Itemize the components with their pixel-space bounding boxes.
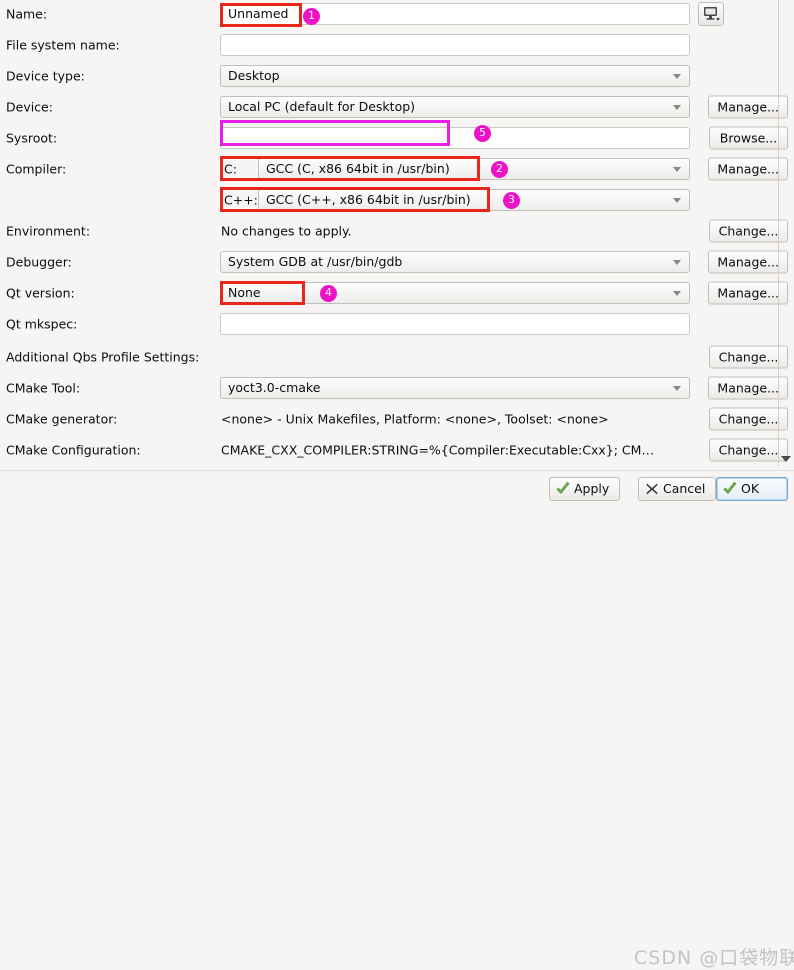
row-action-button[interactable]: Change... bbox=[709, 438, 788, 462]
dropdown[interactable]: Local PC (default for Desktop) bbox=[220, 96, 690, 118]
dropdown-value: Desktop bbox=[228, 68, 280, 83]
annotation-badge: 5 bbox=[474, 125, 491, 142]
watermark: CSDN @口袋物联 bbox=[634, 947, 794, 969]
field-label: Name: bbox=[6, 6, 48, 22]
field-label: Qt version: bbox=[6, 285, 75, 301]
field-label: CMake generator: bbox=[6, 411, 118, 427]
kit-settings-dialog: Name: Unnamed File system name: Device type… bbox=[0, 0, 794, 969]
form-row: C++: GCC (C++, x86 64bit in /usr/bin) bbox=[0, 188, 794, 212]
dropdown-value: GCC (C, x86 64bit in /usr/bin) bbox=[266, 161, 450, 176]
right-separator bbox=[778, 0, 779, 466]
static-value: <none> - Unix Makefiles, Platform: <none… bbox=[221, 411, 609, 427]
row-action-button[interactable]: Browse... bbox=[709, 126, 788, 150]
chevron-down-icon bbox=[673, 167, 681, 172]
compiler-language-label: C: bbox=[224, 161, 237, 177]
form-row: Qt mkspec: bbox=[0, 312, 794, 336]
form-row: Additional Qbs Profile Settings: Change..… bbox=[0, 345, 794, 369]
dropdown[interactable]: Desktop bbox=[220, 65, 690, 87]
field-label: Device: bbox=[6, 99, 53, 115]
monitor-icon-button[interactable] bbox=[698, 2, 724, 26]
dropdown-value: Local PC (default for Desktop) bbox=[228, 99, 416, 114]
field-label: Qt mkspec: bbox=[6, 316, 78, 332]
kit-form: Name: Unnamed File system name: Device type… bbox=[0, 0, 794, 470]
row-action-button[interactable]: Manage... bbox=[708, 157, 788, 181]
form-row: Sysroot: Browse... bbox=[0, 126, 794, 150]
field-label: Debugger: bbox=[6, 254, 72, 270]
dropdown-value: System GDB at /usr/bin/gdb bbox=[228, 254, 403, 269]
form-row: File system name: bbox=[0, 33, 794, 57]
field-label: Additional Qbs Profile Settings: bbox=[6, 349, 200, 365]
form-row: Device type: Desktop bbox=[0, 64, 794, 88]
row-action-button[interactable]: Manage... bbox=[708, 250, 788, 274]
text-input[interactable]: Unnamed bbox=[220, 3, 690, 25]
annotation-badge: 4 bbox=[320, 285, 337, 302]
annotation-badge: 1 bbox=[303, 8, 320, 25]
chevron-down-icon bbox=[673, 291, 681, 296]
field-label: File system name: bbox=[6, 37, 120, 53]
row-action-button[interactable]: Manage... bbox=[708, 95, 788, 119]
cancel-button-label: Cancel bbox=[663, 481, 706, 496]
form-row: Compiler: C: GCC (C, x86 64bit in /usr/bin… bbox=[0, 157, 794, 181]
dropdown[interactable]: None bbox=[220, 282, 690, 304]
check-icon bbox=[555, 481, 571, 497]
dropdown[interactable]: GCC (C, x86 64bit in /usr/bin) bbox=[258, 158, 690, 180]
apply-button[interactable]: Apply bbox=[549, 477, 621, 501]
form-row: Environment: No changes to apply. Change..… bbox=[0, 219, 794, 243]
form-row: Qt version: None Manage... bbox=[0, 281, 794, 305]
field-label: Sysroot: bbox=[6, 130, 58, 146]
static-value: No changes to apply. bbox=[221, 223, 352, 239]
dropdown-value: None bbox=[228, 285, 261, 300]
compiler-language-label: C++: bbox=[224, 192, 258, 208]
chevron-down-icon bbox=[673, 198, 681, 203]
chevron-down-icon bbox=[673, 260, 681, 265]
chevron-down-icon bbox=[673, 105, 681, 110]
form-row: Debugger: System GDB at /usr/bin/gdb Manag… bbox=[0, 250, 794, 274]
row-action-button[interactable]: Manage... bbox=[708, 376, 788, 400]
field-label: Compiler: bbox=[6, 161, 67, 177]
field-label: CMake Tool: bbox=[6, 380, 81, 396]
field-label: CMake Configuration: bbox=[6, 442, 141, 458]
ok-button[interactable]: OK bbox=[716, 477, 788, 501]
chevron-down-icon bbox=[673, 74, 681, 79]
ok-button-label: OK bbox=[741, 481, 760, 496]
form-row: CMake generator: <none> - Unix Makefiles,… bbox=[0, 407, 794, 431]
row-action-button[interactable]: Change... bbox=[709, 345, 788, 369]
row-action-button[interactable]: Change... bbox=[709, 219, 788, 243]
annotation-badge: 2 bbox=[491, 161, 508, 178]
text-input[interactable] bbox=[220, 34, 690, 56]
chevron-down-icon bbox=[673, 386, 681, 391]
dropdown[interactable]: yoct3.0-cmake bbox=[220, 377, 690, 399]
apply-button-label: Apply bbox=[574, 481, 610, 496]
monitor-icon bbox=[704, 7, 720, 21]
dialog-button-bar: Apply Cancel OK CSDN @口袋物联 bbox=[0, 470, 794, 969]
x-mark-icon bbox=[644, 481, 660, 497]
text-input[interactable] bbox=[220, 127, 690, 149]
form-row: CMake Configuration: CMAKE_CXX_COMPILER:S… bbox=[0, 438, 794, 462]
dropdown[interactable]: GCC (C++, x86 64bit in /usr/bin) bbox=[258, 189, 690, 211]
cancel-button[interactable]: Cancel bbox=[638, 477, 717, 501]
field-label: Environment: bbox=[6, 223, 91, 239]
text-input[interactable] bbox=[220, 313, 690, 335]
row-action-button[interactable]: Change... bbox=[709, 407, 788, 431]
chevron-down-icon[interactable] bbox=[779, 452, 793, 466]
static-value: CMAKE_CXX_COMPILER:STRING=%{Compiler:Exe… bbox=[221, 442, 654, 458]
row-action-button[interactable]: Manage... bbox=[708, 281, 788, 305]
annotation-badge: 3 bbox=[503, 192, 520, 209]
form-row: Device: Local PC (default for Desktop) Man… bbox=[0, 95, 794, 119]
field-label: Device type: bbox=[6, 68, 85, 84]
dropdown-value: yoct3.0-cmake bbox=[228, 380, 321, 395]
dropdown-value: GCC (C++, x86 64bit in /usr/bin) bbox=[266, 192, 471, 207]
form-row: CMake Tool: yoct3.0-cmake Manage... bbox=[0, 376, 794, 400]
dropdown[interactable]: System GDB at /usr/bin/gdb bbox=[220, 251, 690, 273]
form-row: Name: Unnamed bbox=[0, 2, 794, 26]
check-icon bbox=[722, 481, 738, 497]
